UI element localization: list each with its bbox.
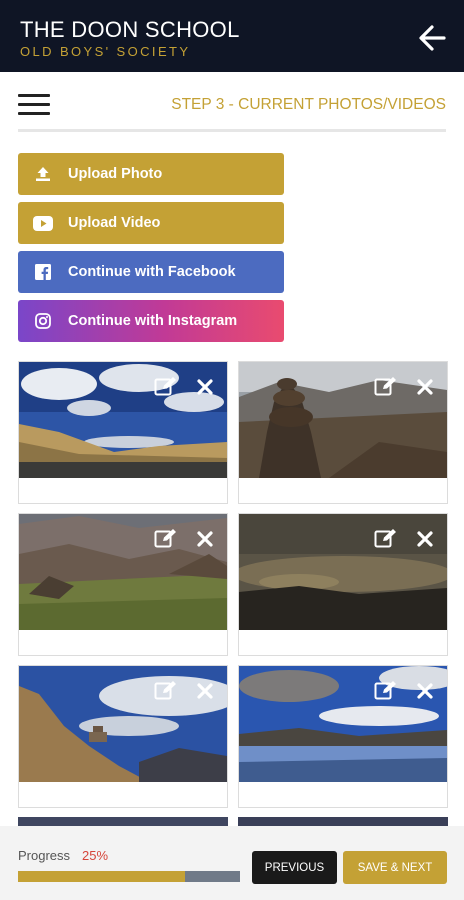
photo-thumbnail[interactable]: [239, 514, 447, 630]
photo-caption: [19, 782, 227, 807]
hamburger-menu-icon[interactable]: [18, 92, 50, 118]
delete-icon[interactable]: [415, 681, 435, 701]
edit-icon[interactable]: [374, 528, 398, 550]
edit-icon[interactable]: [154, 376, 178, 398]
brand-title: THE DOON SCHOOL: [20, 17, 240, 42]
photo-card-partial: [238, 817, 448, 826]
save-next-button[interactable]: SAVE & NEXT: [343, 851, 447, 884]
upload-photo-label: Upload Photo: [68, 166, 163, 182]
back-button[interactable]: [416, 22, 448, 54]
photo-card: [18, 361, 228, 504]
app-header: THE DOON SCHOOL OLD BOYS' SOCIETY: [0, 0, 464, 72]
delete-icon[interactable]: [415, 377, 435, 397]
instagram-icon: [18, 313, 68, 329]
facebook-icon: [18, 264, 68, 280]
photo-thumbnail[interactable]: [239, 666, 447, 782]
photo-caption: [239, 478, 447, 503]
photo-card: [18, 513, 228, 656]
previous-button[interactable]: PREVIOUS: [252, 851, 337, 884]
delete-icon[interactable]: [195, 681, 215, 701]
photo-card-partial: [18, 817, 228, 826]
progress-bar: [18, 871, 240, 882]
photo-caption: [19, 630, 227, 655]
upload-icon: [18, 165, 68, 183]
instagram-label: Continue with Instagram: [68, 313, 238, 329]
photo-caption: [239, 630, 447, 655]
instagram-button[interactable]: Continue with Instagram: [18, 300, 284, 342]
brand-subtitle: OLD BOYS' SOCIETY: [20, 44, 191, 59]
progress-percent: 25%: [82, 848, 109, 863]
photo-card: [18, 665, 228, 808]
delete-icon[interactable]: [195, 529, 215, 549]
photo-thumbnail[interactable]: [239, 362, 447, 478]
photo-card: [238, 513, 448, 656]
progress-label: Progress: [18, 848, 71, 863]
edit-icon[interactable]: [374, 680, 398, 702]
photo-card: [238, 361, 448, 504]
photo-thumbnail[interactable]: [19, 666, 227, 782]
edit-icon[interactable]: [374, 376, 398, 398]
photo-caption: [19, 478, 227, 503]
facebook-button[interactable]: Continue with Facebook: [18, 251, 284, 293]
step-title: STEP 3 - CURRENT PHOTOS/VIDEOS: [171, 96, 446, 113]
edit-icon[interactable]: [154, 528, 178, 550]
divider: [18, 129, 446, 132]
delete-icon[interactable]: [415, 529, 435, 549]
edit-icon[interactable]: [154, 680, 178, 702]
upload-video-button[interactable]: Upload Video: [18, 202, 284, 244]
youtube-icon: [18, 215, 68, 231]
photo-caption: [239, 782, 447, 807]
footer-bar: Progress 25% PREVIOUS SAVE & NEXT: [0, 826, 464, 900]
upload-photo-button[interactable]: Upload Photo: [18, 153, 284, 195]
upload-video-label: Upload Video: [68, 215, 161, 231]
photo-thumbnail[interactable]: [19, 362, 227, 478]
back-arrow-icon: [419, 25, 446, 51]
delete-icon[interactable]: [195, 377, 215, 397]
progress-fill: [18, 871, 185, 882]
photo-card: [238, 665, 448, 808]
photo-thumbnail[interactable]: [19, 514, 227, 630]
facebook-label: Continue with Facebook: [68, 264, 236, 280]
